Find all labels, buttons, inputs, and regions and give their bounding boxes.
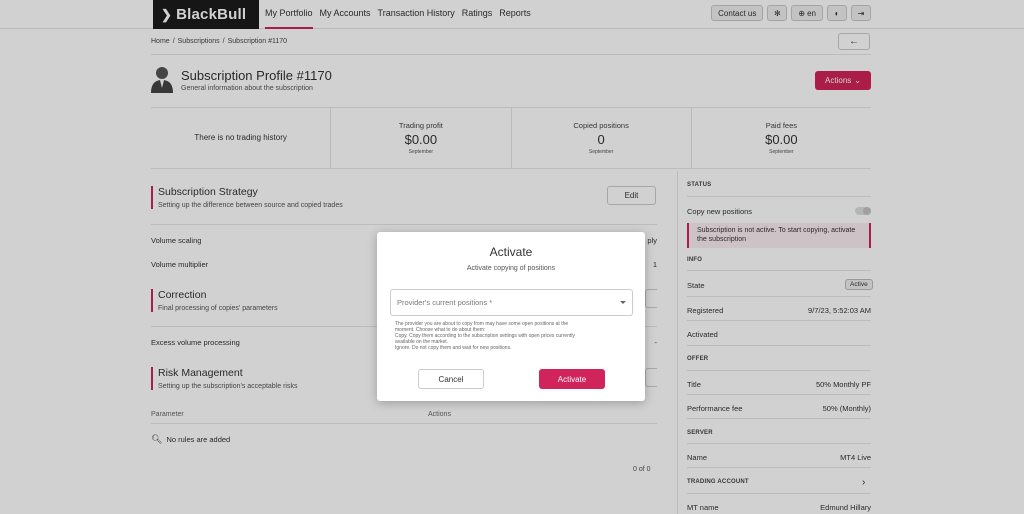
caret-down-icon	[620, 301, 626, 304]
help-line: Ignore. Do not copy them and wait for ne…	[395, 345, 512, 351]
dialog-subtitle: Activate copying of positions	[466, 265, 556, 272]
select-placeholder: Provider's current positions *	[397, 298, 493, 307]
dialog-title: Activate	[489, 245, 533, 259]
activate-dialog: Activate Activate copying of positions P…	[377, 232, 645, 401]
activate-button[interactable]: Activate	[539, 369, 605, 389]
cancel-button[interactable]: Cancel	[418, 369, 484, 389]
provider-positions-select[interactable]: Provider's current positions *	[390, 289, 633, 316]
dialog-help-text: The provider you are about to copy from …	[395, 321, 625, 351]
